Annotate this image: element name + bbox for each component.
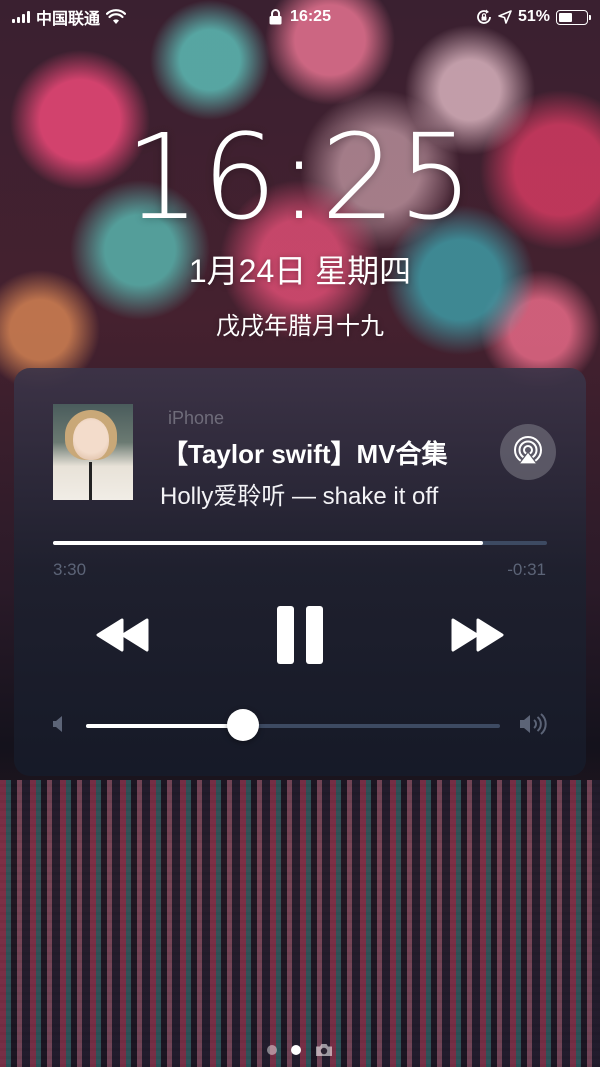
track-title: 【Taylor swift】MV合集: [162, 439, 448, 469]
rewind-button[interactable]: [92, 612, 154, 658]
battery-level: [559, 12, 573, 22]
page-dot[interactable]: [267, 1045, 277, 1055]
lock-icon: [269, 9, 282, 25]
album-artwork[interactable]: [53, 404, 133, 500]
lock-screen-clock: 16:25: [124, 108, 476, 246]
battery-percent: 51%: [517, 8, 550, 25]
status-bar-left: 中国联通: [12, 5, 127, 29]
remaining-time: -0:31: [507, 560, 546, 579]
track-subtitle-container: Holly爱聆听 — shake it off: [160, 476, 480, 511]
pause-button[interactable]: [270, 604, 330, 666]
status-bar: 中国联通 16:25 51%: [0, 0, 600, 34]
location-icon: [498, 10, 512, 24]
airplay-icon: [514, 436, 542, 465]
status-bar-center: 16:25: [269, 8, 331, 26]
volume-slider-thumb[interactable]: [227, 709, 260, 741]
pause-icon: [277, 606, 294, 664]
page-indicator: [267, 1043, 333, 1057]
track-title-container: 【Taylor swift】MV合集: [162, 434, 478, 471]
volume-slider[interactable]: [86, 724, 500, 728]
status-bar-right: 51%: [476, 8, 591, 26]
page-dot-active[interactable]: [291, 1045, 301, 1055]
lunar-date: 戊戌年腊月十九: [216, 313, 384, 340]
fast-forward-icon: [451, 618, 504, 652]
signal-icon: [12, 11, 30, 23]
rewind-icon: [96, 618, 149, 652]
volume-low-icon: [53, 716, 62, 732]
orientation-lock-icon: [477, 9, 491, 24]
carrier-name: 中国联通: [36, 11, 101, 28]
track-subtitle: Holly爱聆听 — shake it off: [160, 483, 439, 510]
now-playing-widget: iPhone 【Taylor swift】MV合集 Holly爱聆听 — sha…: [14, 368, 586, 776]
volume-fill: [86, 724, 244, 728]
battery-icon: [556, 9, 591, 25]
airplay-button[interactable]: [500, 424, 556, 480]
lock-screen-date: 1月24日 星期四: [188, 253, 412, 289]
playback-device: iPhone: [168, 408, 225, 428]
fast-forward-button[interactable]: [446, 612, 508, 658]
camera-icon[interactable]: [315, 1043, 333, 1057]
playback-progress-fill: [53, 541, 483, 545]
volume-high-icon: [520, 713, 547, 735]
wifi-icon: [106, 9, 127, 24]
status-time: 16:25: [290, 8, 331, 25]
wallpaper-reflection: [0, 780, 600, 1067]
elapsed-time: 3:30: [53, 560, 87, 579]
playback-progress-bar[interactable]: [53, 541, 547, 545]
